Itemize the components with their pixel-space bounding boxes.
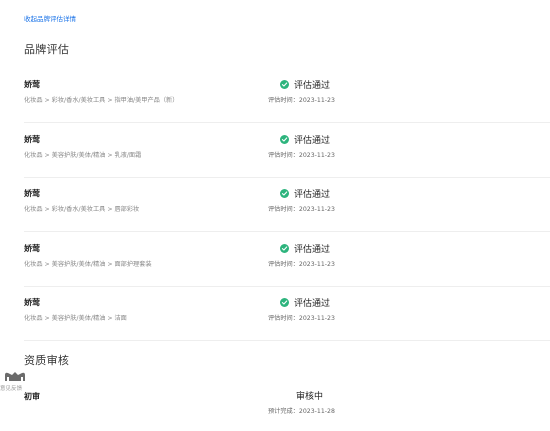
evaluation-status: 评估通过 (280, 78, 330, 91)
brand-name: 娇莺 (24, 298, 40, 307)
category-path: 化妆品 > 彩妆/香水/美妆工具 > 唇部彩妆 (24, 206, 140, 213)
evaluation-status: 评估通过 (280, 242, 330, 255)
evaluation-row: 娇莺 化妆品 > 彩妆/香水/美妆工具 > 指甲油/美甲产品（新） 评估通过 评… (24, 79, 550, 133)
evaluation-status-label: 评估通过 (294, 245, 331, 255)
divider (24, 286, 550, 287)
category-path: 化妆品 > 彩妆/香水/美妆工具 > 指甲油/美甲产品（新） (24, 97, 179, 104)
category-path: 化妆品 > 美容护肤/美体/精油 > 洁面 (24, 315, 127, 322)
evaluation-row: 娇莺 化妆品 > 美容护肤/美体/精油 > 乳液/面霜 评估通过 评估时间：20… (24, 134, 550, 188)
category-path: 化妆品 > 美容护肤/美体/精油 > 乳液/面霜 (24, 152, 142, 159)
brand-evaluation-title: 品牌评估 (24, 43, 70, 56)
evaluation-status-label: 评估通过 (294, 190, 331, 200)
evaluation-row: 娇莺 化妆品 > 美容护肤/美体/精油 > 面部护理套装 评估通过 评估时间：2… (24, 243, 550, 297)
check-circle-icon (280, 298, 289, 307)
expected-completion: 预计完成：2023-11-28 (268, 408, 335, 415)
brand-name: 娇莺 (24, 244, 40, 253)
divider (24, 122, 550, 123)
brand-name: 娇莺 (24, 80, 40, 89)
brand-name: 娇莺 (24, 189, 40, 198)
brand-name: 娇莺 (24, 135, 40, 144)
evaluation-status: 评估通过 (280, 187, 330, 200)
evaluation-status-label: 评估通过 (294, 81, 331, 91)
evaluation-time: 评估时间：2023-11-23 (268, 261, 335, 268)
evaluation-time: 评估时间：2023-11-23 (268, 97, 335, 104)
evaluation-row: 娇莺 化妆品 > 彩妆/香水/美妆工具 > 唇部彩妆 评估通过 评估时间：202… (24, 188, 550, 242)
check-circle-icon (280, 244, 289, 253)
evaluation-status-label: 评估通过 (294, 299, 331, 309)
evaluation-row: 娇莺 化妆品 > 美容护肤/美体/精油 > 洁面 评估通过 评估时间：2023-… (24, 297, 550, 351)
divider (24, 177, 550, 178)
evaluation-time: 评估时间：2023-11-23 (268, 315, 335, 322)
collapse-brand-evaluation-link[interactable]: 收起品牌评估详情 (24, 13, 76, 23)
evaluation-time: 评估时间：2023-11-23 (268, 152, 335, 159)
check-circle-icon (280, 80, 289, 89)
category-path: 化妆品 > 美容护肤/美体/精油 > 面部护理套装 (24, 261, 152, 268)
evaluation-status: 评估通过 (280, 296, 330, 309)
qualification-review-title: 资质审核 (24, 354, 70, 367)
evaluation-status: 评估通过 (280, 133, 330, 146)
evaluation-time: 评估时间：2023-11-23 (268, 206, 335, 213)
divider (24, 340, 550, 341)
review-stage: 初审 (24, 392, 40, 401)
check-circle-icon (280, 189, 289, 198)
review-row: 初审 审核中 预计完成：2023-11-28 (24, 391, 550, 421)
page: 收起品牌评估详情 品牌评估 娇莺 化妆品 > 彩妆/香水/美妆工具 > 指甲油/… (0, 0, 550, 431)
evaluation-status-label: 评估通过 (294, 136, 331, 146)
check-circle-icon (280, 135, 289, 144)
review-status: 审核中 (296, 392, 324, 402)
feedback-label: 意见反馈 (0, 386, 23, 392)
divider (24, 231, 550, 232)
